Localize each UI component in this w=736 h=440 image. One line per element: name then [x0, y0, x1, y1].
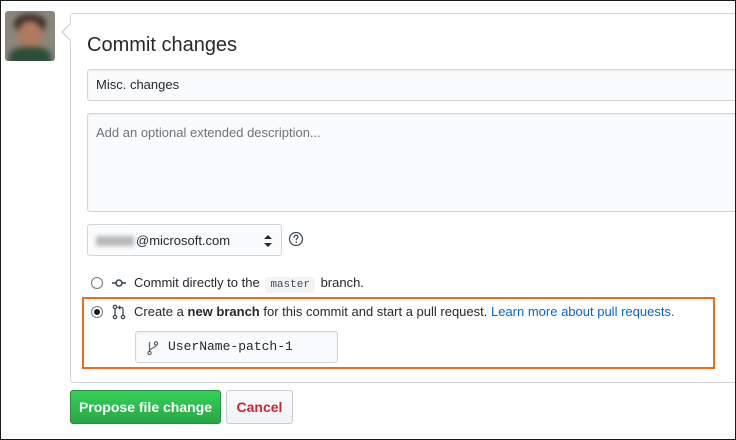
select-arrows-icon [264, 235, 272, 247]
branch-name-value: UserName-patch-1 [168, 339, 293, 354]
avatar-body [9, 47, 51, 61]
page-title: Commit changes [87, 34, 238, 56]
commit-direct-suffix: branch. [320, 275, 364, 290]
master-branch-code: master [265, 277, 315, 293]
propose-file-change-button[interactable]: Propose file change [70, 390, 221, 424]
email-domain: @microsoft.com [136, 233, 231, 248]
window: Commit changes @microsoft.com Commit dir… [0, 0, 736, 440]
branch-name-input[interactable]: UserName-patch-1 [135, 331, 338, 363]
git-branch-icon [147, 341, 159, 356]
commit-direct-prefix: Commit directly to the [134, 275, 260, 290]
commit-summary-input[interactable] [87, 69, 735, 101]
commit-direct-option[interactable]: Commit directly to the master branch. [91, 274, 411, 294]
cancel-button[interactable]: Cancel [226, 390, 293, 424]
git-commit-icon [112, 279, 126, 287]
question-icon[interactable] [288, 231, 304, 247]
avatar-face [18, 21, 42, 49]
commit-direct-label: Commit directly to the master branch. [134, 274, 364, 294]
avatar[interactable] [5, 11, 55, 61]
email-select[interactable]: @microsoft.com [87, 224, 282, 256]
commit-direct-radio[interactable] [91, 277, 103, 289]
redacted-email-user [96, 236, 134, 246]
commit-description-textarea[interactable] [87, 113, 735, 212]
box-caret-fill [63, 24, 71, 40]
